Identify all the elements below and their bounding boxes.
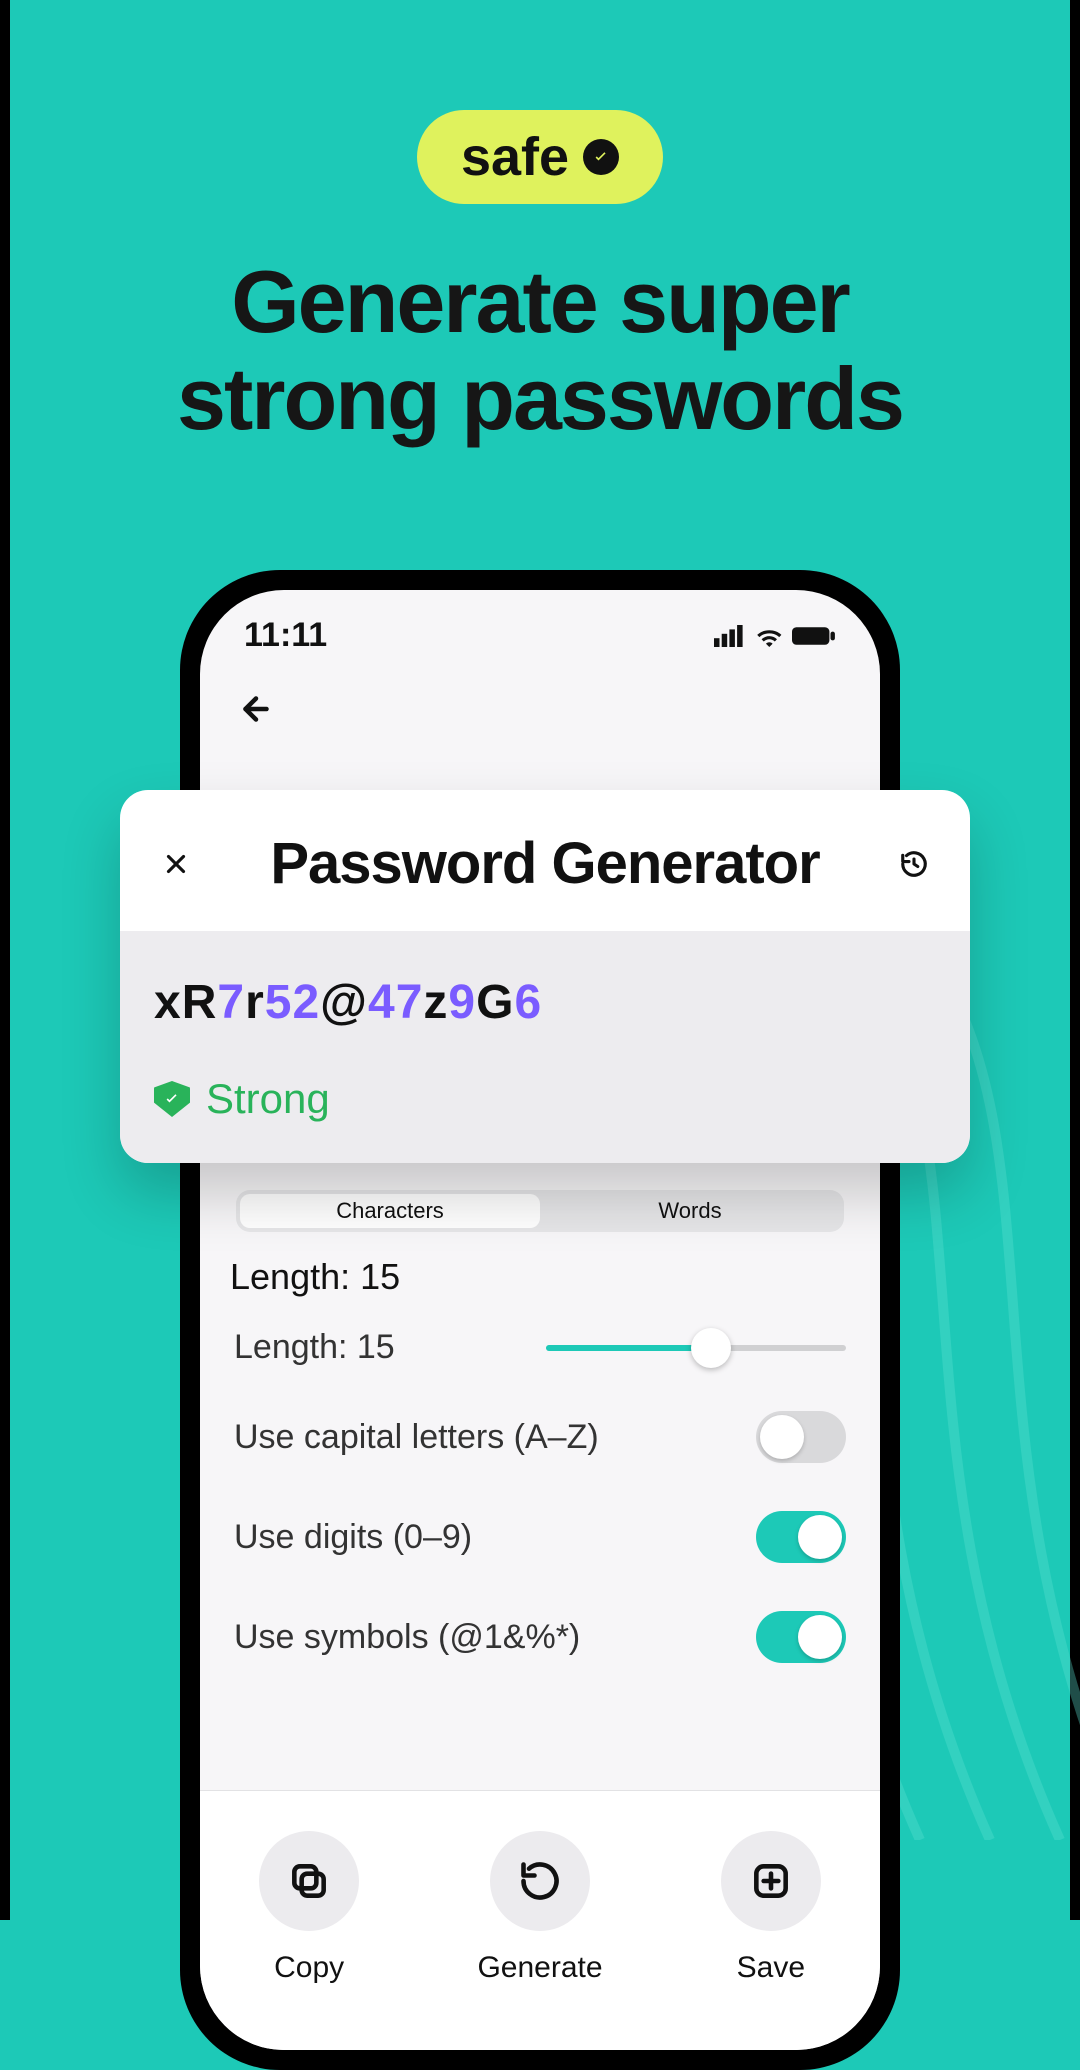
length-slider-label: Length: 15 xyxy=(234,1328,395,1367)
option-symbols-label: Use symbols (@1&%*) xyxy=(234,1618,580,1657)
history-button[interactable] xyxy=(892,842,936,886)
safe-badge-label: safe xyxy=(461,126,569,188)
plus-square-icon xyxy=(749,1859,793,1903)
option-digits-toggle[interactable] xyxy=(756,1511,846,1563)
copy-action[interactable]: Copy xyxy=(259,1831,359,1985)
option-capitals-label: Use capital letters (A–Z) xyxy=(234,1418,599,1457)
shield-check-icon xyxy=(154,1081,190,1117)
copy-icon xyxy=(287,1859,331,1903)
arrow-left-icon xyxy=(238,691,274,727)
card-title: Password Generator xyxy=(270,830,819,897)
option-digits-label: Use digits (0–9) xyxy=(234,1518,472,1557)
length-header: Length: 15 xyxy=(230,1256,854,1298)
segment-words[interactable]: Words xyxy=(540,1194,840,1228)
safe-badge: safe xyxy=(417,110,663,204)
close-button[interactable] xyxy=(154,842,198,886)
battery-icon xyxy=(792,625,836,647)
history-icon xyxy=(899,849,929,879)
refresh-icon xyxy=(518,1859,562,1903)
length-slider[interactable] xyxy=(546,1345,846,1351)
generator-card: Password Generator xR7r52@47z9G6 Strong xyxy=(120,790,970,1163)
check-circle-icon xyxy=(583,139,619,175)
close-icon xyxy=(161,849,191,879)
signal-icon xyxy=(714,625,747,647)
save-action[interactable]: Save xyxy=(721,1831,821,1985)
mode-segmented-control[interactable]: Characters Words xyxy=(236,1190,844,1232)
generated-password: xR7r52@47z9G6 xyxy=(154,975,936,1033)
wifi-icon xyxy=(755,625,784,647)
status-time: 11:11 xyxy=(244,616,327,655)
promo-headline: Generate super strong passwords xyxy=(0,254,1080,448)
back-button[interactable] xyxy=(200,665,880,742)
generate-action[interactable]: Generate xyxy=(477,1831,602,1985)
strength-label: Strong xyxy=(206,1075,330,1123)
segment-characters[interactable]: Characters xyxy=(240,1194,540,1228)
option-capitals-toggle[interactable] xyxy=(756,1411,846,1463)
bottom-action-bar: Copy Generate Save xyxy=(200,1790,880,2050)
status-bar: 11:11 xyxy=(200,590,880,665)
option-symbols-toggle[interactable] xyxy=(756,1611,846,1663)
